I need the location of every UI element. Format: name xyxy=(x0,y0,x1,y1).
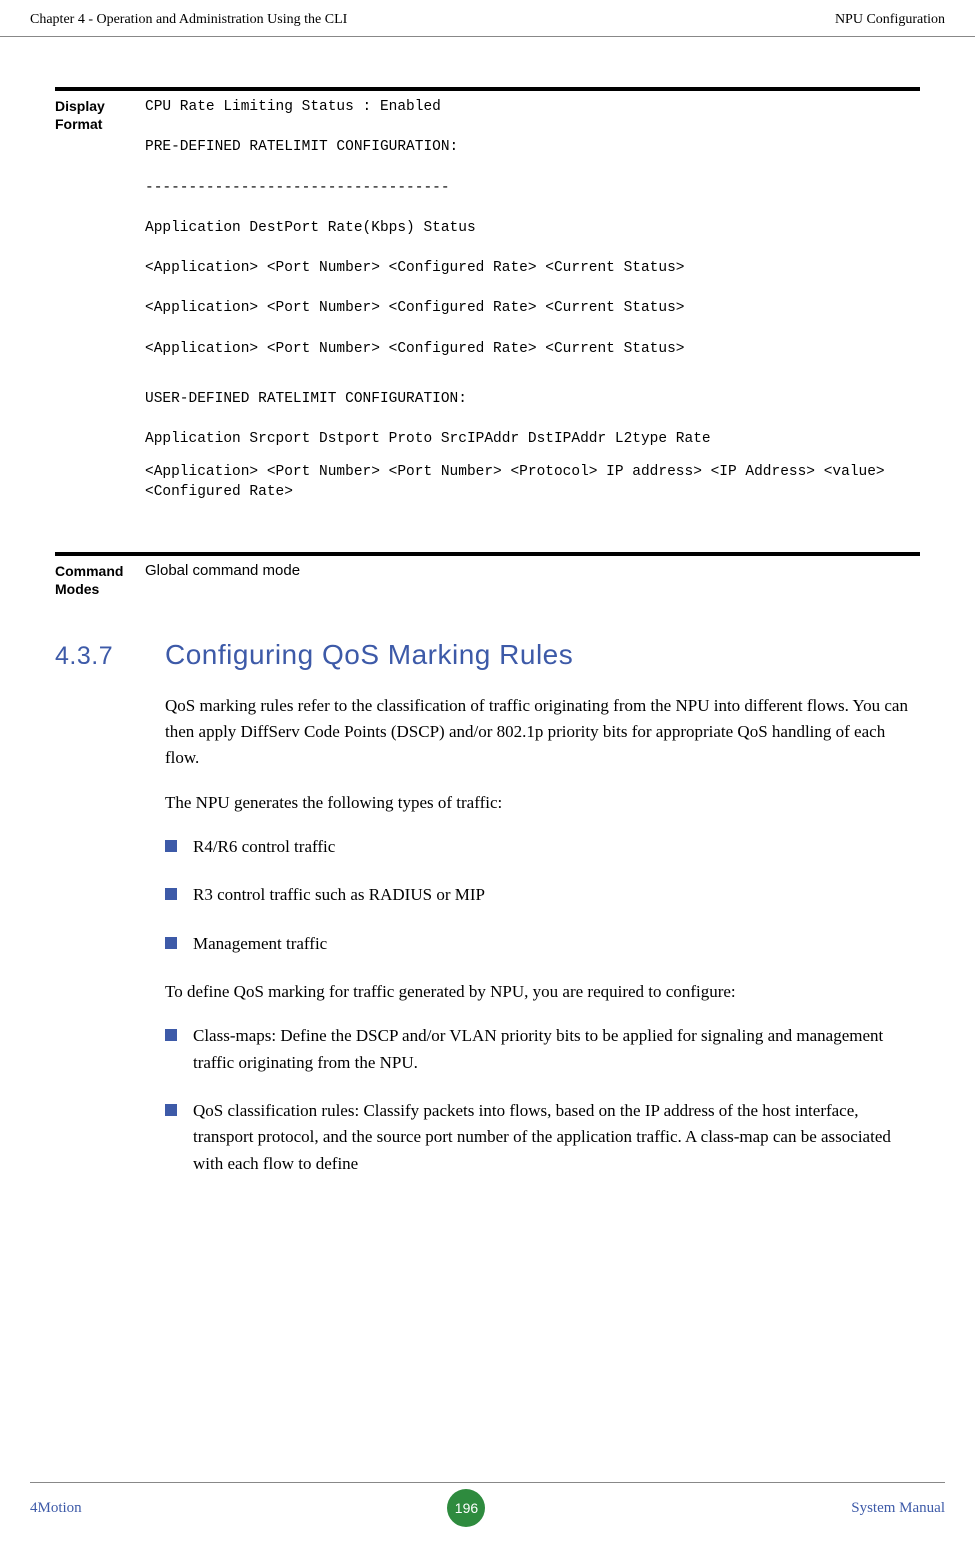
list-item: R3 control traffic such as RADIUS or MIP xyxy=(165,882,920,908)
display-format-block: Display Format CPU Rate Limiting Status … xyxy=(55,87,920,522)
display-format-label: Display Format xyxy=(55,97,145,133)
paragraph-2: The NPU generates the following types of… xyxy=(165,790,920,816)
list-item: Management traffic xyxy=(165,931,920,957)
paragraph-3: To define QoS marking for traffic genera… xyxy=(165,979,920,1005)
page-number: 196 xyxy=(447,1489,485,1527)
command-modes-label-col: Command Modes xyxy=(55,552,145,598)
cli-line-5: <Application> <Port Number> <Configured … xyxy=(145,258,920,278)
command-modes-text: Global command mode xyxy=(145,562,300,579)
cli-line-9: Application Srcport Dstport Proto SrcIPA… xyxy=(145,429,920,449)
header-section: NPU Configuration xyxy=(835,12,945,28)
command-modes-content: Global command mode xyxy=(145,552,920,598)
command-modes-block: Command Modes Global command mode xyxy=(55,552,920,598)
paragraph-1: QoS marking rules refer to the classific… xyxy=(165,693,920,772)
display-format-label-col: Display Format xyxy=(55,87,145,522)
section-heading: 4.3.7 Configuring QoS Marking Rules xyxy=(55,639,920,671)
list-item: Class-maps: Define the DSCP and/or VLAN … xyxy=(165,1023,920,1076)
cli-line-8: USER-DEFINED RATELIMIT CONFIGURATION: xyxy=(145,389,920,409)
display-format-content: CPU Rate Limiting Status : Enabled PRE-D… xyxy=(145,87,920,522)
section-number: 4.3.7 xyxy=(55,642,165,671)
cli-line-1: CPU Rate Limiting Status : Enabled xyxy=(145,97,920,117)
page-footer: 4Motion 196 System Manual xyxy=(0,1489,975,1527)
cli-line-7: <Application> <Port Number> <Configured … xyxy=(145,339,920,359)
section-title: Configuring QoS Marking Rules xyxy=(165,639,573,671)
header-chapter: Chapter 4 - Operation and Administration… xyxy=(30,12,347,28)
configure-list: Class-maps: Define the DSCP and/or VLAN … xyxy=(165,1023,920,1177)
cli-line-10: <Application> <Port Number> <Port Number… xyxy=(145,462,920,503)
footer-right: System Manual xyxy=(851,1500,945,1517)
footer-left: 4Motion xyxy=(30,1500,82,1517)
cli-line-4: Application DestPort Rate(Kbps) Status xyxy=(145,218,920,238)
cli-line-3: ----------------------------------- xyxy=(145,178,920,198)
cli-line-2: PRE-DEFINED RATELIMIT CONFIGURATION: xyxy=(145,137,920,157)
footer-divider xyxy=(30,1482,945,1483)
list-item: QoS classification rules: Classify packe… xyxy=(165,1098,920,1177)
command-modes-label: Command Modes xyxy=(55,562,145,598)
page-header: Chapter 4 - Operation and Administration… xyxy=(0,0,975,37)
traffic-types-list: R4/R6 control traffic R3 control traffic… xyxy=(165,834,920,957)
cli-line-6: <Application> <Port Number> <Configured … xyxy=(145,298,920,318)
page-content: Display Format CPU Rate Limiting Status … xyxy=(0,87,975,1177)
list-item: R4/R6 control traffic xyxy=(165,834,920,860)
